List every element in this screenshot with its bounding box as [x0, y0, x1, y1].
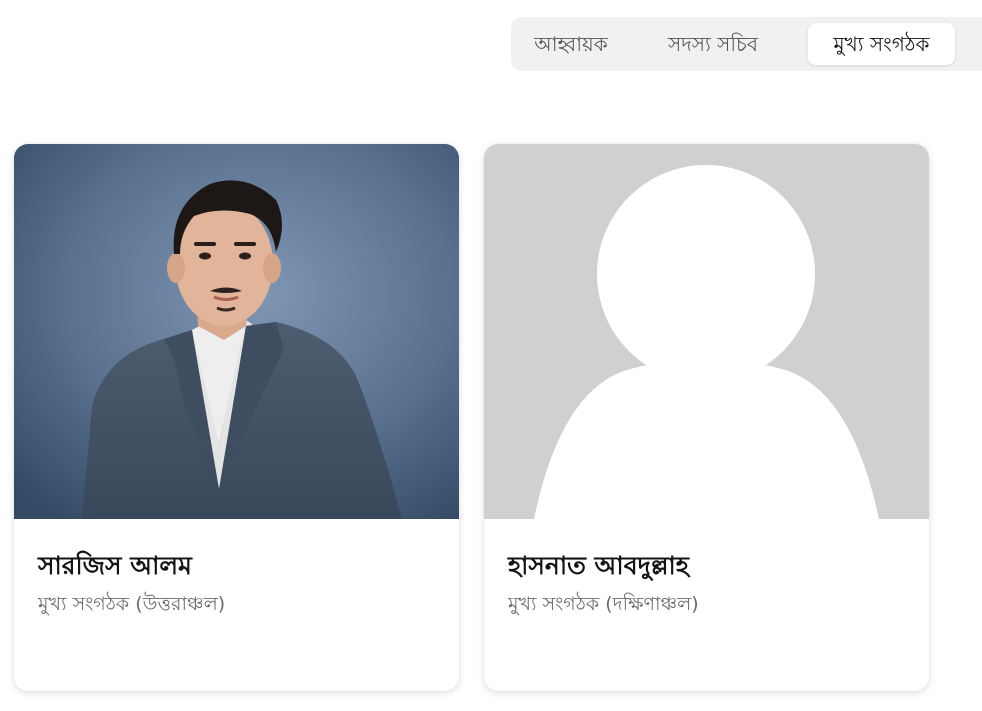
member-card[interactable]: হাসনাত আবদুল্লাহ মুখ্য সংগঠক (দক্ষিণাঞ্চ…	[484, 144, 929, 691]
portrait-photo	[14, 144, 459, 519]
member-name: সারজিস আলম	[38, 551, 192, 580]
tab-member-secretary[interactable]: সদস্য সচিব	[645, 23, 781, 65]
role-tabs: আহ্বায়ক সদস্য সচিব মুখ্য সংগঠক	[511, 17, 982, 71]
member-photo	[14, 144, 459, 519]
member-role: মুখ্য সংগঠক (দক্ষিণাঞ্চল)	[508, 593, 699, 615]
member-photo	[484, 144, 929, 519]
member-role: মুখ্য সংগঠক (উত্তরাঞ্চল)	[38, 593, 226, 615]
member-card[interactable]: সারজিস আলম মুখ্য সংগঠক (উত্তরাঞ্চল)	[14, 144, 459, 691]
placeholder-avatar-icon	[484, 144, 929, 519]
tab-convener[interactable]: আহ্বায়ক	[517, 23, 625, 65]
page: আহ্বায়ক সদস্য সচিব মুখ্য সংগঠক সারজিস আ…	[0, 0, 982, 711]
member-name: হাসনাত আবদুল্লাহ	[508, 551, 689, 580]
tab-chief-organizer[interactable]: মুখ্য সংগঠক	[808, 23, 955, 65]
